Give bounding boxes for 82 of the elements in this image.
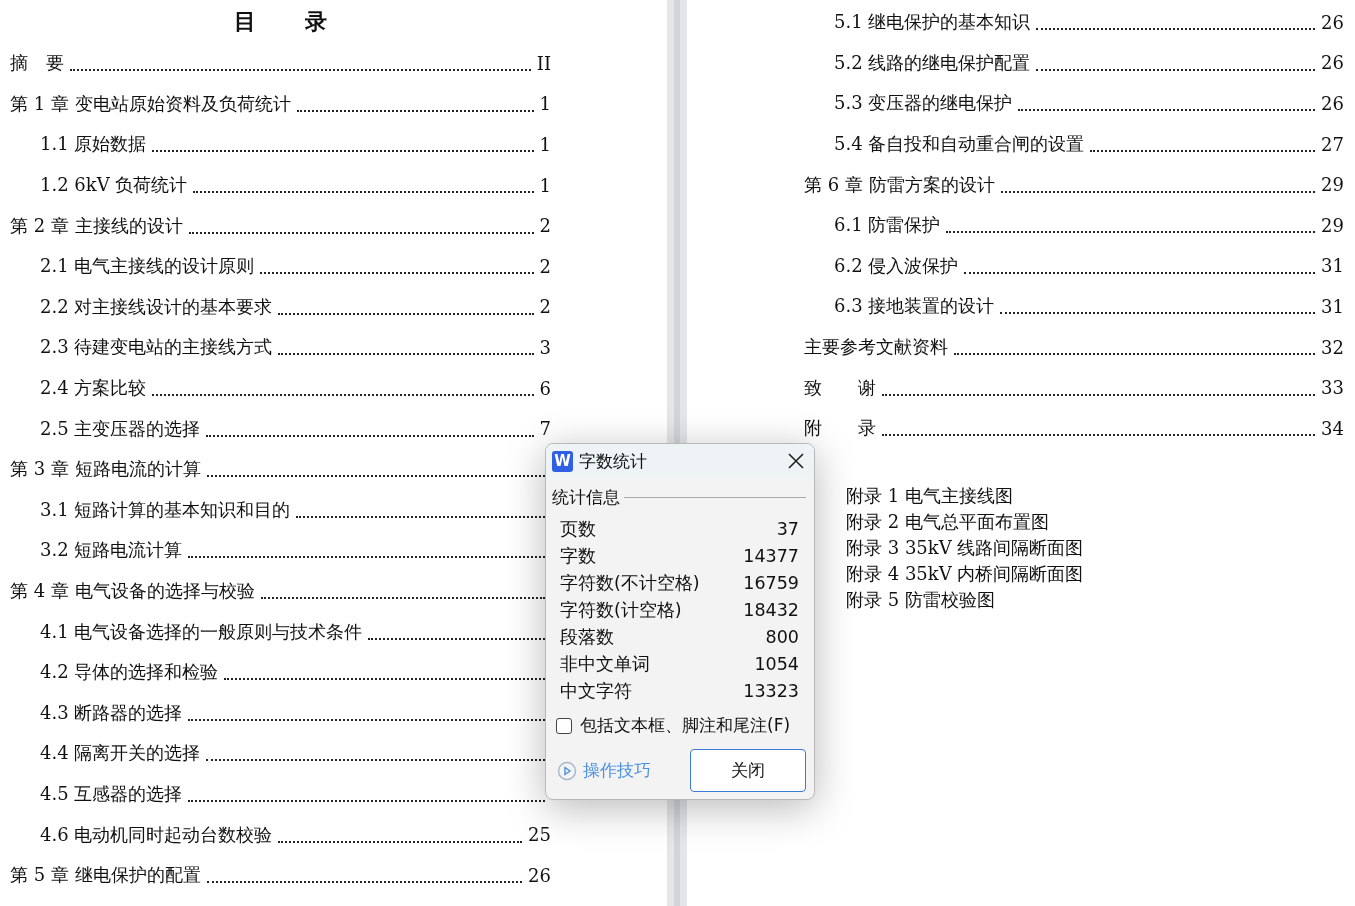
stat-value: 14377	[743, 545, 799, 566]
stat-value: 1054	[754, 653, 799, 674]
toc-entry[interactable]: 1.2 6kV 负荷统计	[40, 173, 188, 198]
toc-entry[interactable]: 第 6 章 防雷方案的设计	[804, 172, 995, 197]
page-number: 31	[1321, 295, 1344, 317]
page-number: 26	[1321, 93, 1344, 114]
stat-value: 37	[776, 518, 799, 539]
toc-entry[interactable]: 第 5 章 继电保护的配置	[10, 863, 201, 888]
toc-entry[interactable]: 3.2 短路电流计算	[40, 538, 183, 563]
page-number: 1	[539, 134, 551, 155]
close-button[interactable]: 关闭	[690, 749, 806, 792]
stat-label: 中文字符	[560, 679, 632, 703]
appendix-entry: 附录 2 电气总平面布置图	[846, 509, 1050, 534]
checkbox-label[interactable]: 包括文本框、脚注和尾注(F)	[580, 714, 791, 737]
toc-entry[interactable]: 6.3 接地装置的设计	[834, 294, 995, 319]
stat-value: 16759	[743, 572, 799, 593]
page-number: 2	[539, 215, 551, 237]
toc-entry[interactable]: 1.1 原始数据	[40, 132, 147, 157]
toc-entry[interactable]: 4.4 隔离开关的选择	[40, 741, 201, 766]
stat-label: 非中文单词	[560, 652, 650, 676]
toc-entry[interactable]: 2.5 主变压器的选择	[40, 416, 201, 441]
toc-entry[interactable]: 5.2 线路的继电保护配置	[834, 50, 1031, 75]
toc-entry[interactable]: 5.1 继电保护的基本知识	[834, 10, 1031, 35]
toc-entry[interactable]: 附 录	[804, 416, 876, 441]
stat-label: 页数	[560, 517, 596, 541]
toc-entry[interactable]: 3.1 短路计算的基本知识和目的	[40, 497, 291, 522]
group-label: 统计信息	[552, 486, 620, 509]
page-number: 26	[528, 864, 551, 886]
page-number: 7	[539, 418, 551, 440]
page-number: 29	[1321, 214, 1344, 236]
toc-entry[interactable]: 2.1 电气主接线的设计原则	[40, 254, 255, 279]
toc-entry[interactable]: 第 4 章 电气设备的选择与校验	[10, 579, 255, 603]
toc-entry[interactable]: 5.3 变压器的继电保护	[834, 91, 1013, 116]
page-number: 2	[539, 255, 551, 277]
page-number: 2	[539, 296, 551, 318]
toc-entry[interactable]: 2.3 待建变电站的主接线方式	[40, 335, 273, 360]
stat-value: 18432	[743, 599, 799, 620]
play-circle-icon	[557, 760, 577, 781]
stat-label: 段落数	[560, 625, 614, 649]
toc-entry[interactable]: 4.1 电气设备选择的一般原则与技术条件	[40, 619, 363, 644]
stat-label: 字符数(计空格)	[560, 598, 682, 622]
dialog-title: 字数统计	[579, 449, 648, 473]
page-number: 33	[1321, 377, 1344, 399]
app-logo-icon: W	[552, 450, 573, 472]
appendix-entry: 附录 5 防雷校验图	[846, 587, 996, 612]
toc-title: 目 录	[234, 6, 340, 36]
stat-label: 字数	[560, 544, 596, 568]
page-number: 25	[528, 824, 551, 846]
toc-entry[interactable]: 第 3 章 短路电流的计算	[10, 457, 201, 482]
toc-entry[interactable]: 6.1 防雷保护	[834, 213, 941, 238]
toc-entry[interactable]: 主要参考文献资料	[804, 335, 948, 360]
checkbox[interactable]	[556, 717, 572, 734]
appendix-entry: 附录 1 电气主接线图	[846, 483, 1014, 508]
page-number: 1	[539, 174, 551, 196]
toc-entry[interactable]: 第 2 章 主接线的设计	[10, 213, 183, 238]
page-number: 34	[1321, 417, 1344, 439]
page-number: 26	[1321, 52, 1344, 74]
page-number: 31	[1321, 255, 1344, 277]
appendix-entry: 附录 3 35kV 线路间隔断面图	[846, 535, 1085, 560]
toc-entry[interactable]: 2.4 方案比较	[40, 376, 147, 401]
toc-entry[interactable]: 第 1 章 变电站原始资料及负荷统计	[10, 91, 291, 116]
stat-value: 800	[765, 626, 799, 647]
toc-entry[interactable]: 摘 要	[10, 51, 64, 76]
page-number: 29	[1321, 174, 1344, 196]
page-number: 27	[1321, 133, 1344, 155]
toc-entry[interactable]: 4.6 电动机同时起动台数校验	[40, 822, 273, 847]
page-number: II	[536, 52, 551, 74]
page-number: 26	[1321, 11, 1344, 33]
toc-entry[interactable]: 6.2 侵入波保护	[834, 253, 959, 278]
page-number: 1	[539, 93, 551, 115]
toc-entry[interactable]: 4.5 互感器的选择	[40, 782, 183, 806]
toc-entry[interactable]: 4.3 断路器的选择	[40, 700, 183, 725]
page-number: 6	[539, 377, 551, 399]
toc-entry[interactable]: 4.2 导体的选择和检验	[40, 660, 219, 685]
toc-entry[interactable]: 致 谢	[804, 375, 876, 400]
stat-label: 字符数(不计空格)	[560, 571, 700, 595]
page-number: 32	[1321, 336, 1344, 358]
toc-entry[interactable]: 2.2 对主接线设计的基本要求	[40, 294, 273, 319]
stat-value: 13323	[743, 680, 799, 701]
page-number: 3	[539, 336, 551, 358]
appendix-entry: 附录 4 35kV 内桥间隔断面图	[846, 561, 1085, 586]
toc-entry[interactable]: 5.4 备自投和自动重合闸的设置	[834, 132, 1085, 157]
